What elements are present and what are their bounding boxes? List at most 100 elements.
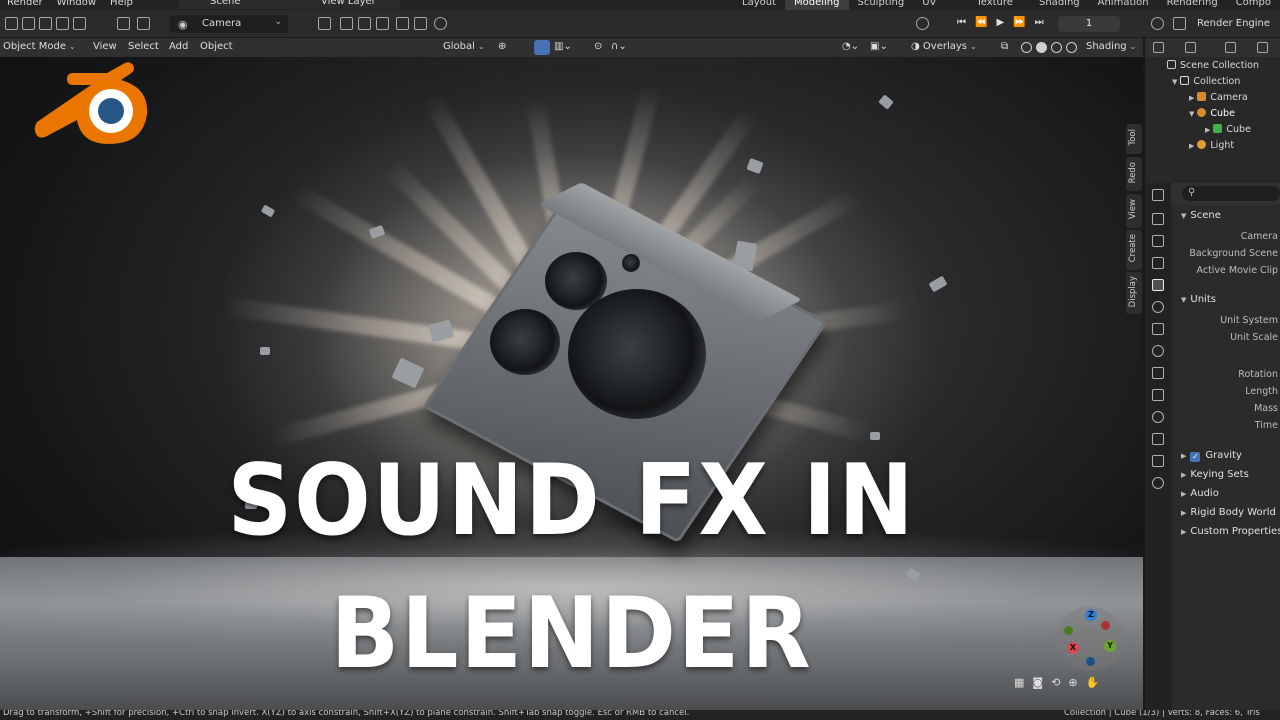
- select-intersect-icon[interactable]: [73, 17, 86, 30]
- constraints-tab-icon[interactable]: [1152, 411, 1164, 423]
- overlays-button[interactable]: ◑ Overlays ⌄: [911, 41, 977, 52]
- menu-view[interactable]: View: [93, 41, 117, 52]
- visibility-icon[interactable]: ◔⌄: [842, 41, 859, 52]
- axis-x[interactable]: X: [1067, 642, 1079, 654]
- new-collection-icon[interactable]: [1257, 42, 1268, 53]
- render-engine-label[interactable]: Render Engine: [1197, 18, 1270, 29]
- output-tab-icon[interactable]: [1152, 235, 1164, 247]
- outliner-editor-icon[interactable]: [1153, 42, 1164, 53]
- tab-redo[interactable]: Redo: [1126, 157, 1142, 191]
- tab-shading[interactable]: Shading: [1030, 0, 1089, 10]
- current-frame-field[interactable]: 1: [1058, 16, 1120, 32]
- menu-window[interactable]: Window: [50, 0, 103, 9]
- gravity-checkbox[interactable]: ✓: [1190, 452, 1201, 462]
- axis-neg-z[interactable]: [1086, 657, 1095, 666]
- axis-neg-x[interactable]: [1101, 621, 1110, 630]
- wireframe-shading-icon[interactable]: [1021, 42, 1032, 53]
- view-layer-tab-icon[interactable]: [1152, 257, 1164, 269]
- outliner-row-light[interactable]: ▶ Light: [1145, 138, 1280, 154]
- axis-z[interactable]: Z: [1085, 609, 1097, 621]
- menu-add[interactable]: Add: [169, 41, 188, 52]
- select-invert-icon[interactable]: [56, 17, 69, 30]
- menu-render[interactable]: Render: [0, 0, 50, 9]
- outliner-row-scene-collection[interactable]: Scene Collection: [1145, 58, 1280, 74]
- material-tab-icon[interactable]: [1152, 455, 1164, 467]
- perspective-icon[interactable]: ⟲: [1051, 676, 1060, 689]
- tab-modeling[interactable]: Modeling: [785, 0, 849, 10]
- orientation-selector[interactable]: Global ⌄: [443, 41, 485, 52]
- display-mode-icon[interactable]: [1185, 42, 1196, 53]
- pivot-icon[interactable]: ⊕: [498, 41, 506, 52]
- proportional-edit-icon[interactable]: [340, 17, 353, 30]
- mirror-icon[interactable]: [376, 17, 389, 30]
- snap-icon[interactable]: [318, 17, 331, 30]
- snap-toggle-icon[interactable]: [534, 40, 550, 55]
- menu-help[interactable]: Help: [103, 0, 140, 9]
- pan-hand-icon[interactable]: ✋: [1086, 676, 1100, 689]
- section-custom-properties[interactable]: ▶ Custom Properties: [1173, 526, 1280, 537]
- menu-object[interactable]: Object: [200, 41, 233, 52]
- tab-rendering[interactable]: Rendering: [1158, 0, 1227, 10]
- section-audio[interactable]: ▶ Audio: [1173, 488, 1280, 499]
- texture-tab-icon[interactable]: [1152, 477, 1164, 489]
- tab-uv-editing[interactable]: UV Editing: [913, 0, 967, 10]
- tab-layout[interactable]: Layout: [733, 0, 785, 10]
- proportional-icon[interactable]: ⊙: [594, 41, 602, 52]
- menu-select[interactable]: Select: [128, 41, 159, 52]
- step-back-icon[interactable]: ⏪: [975, 17, 987, 28]
- outliner-row-camera[interactable]: ▶ Camera: [1145, 90, 1280, 106]
- transform-pivot-icon[interactable]: [358, 17, 371, 30]
- xray-icon[interactable]: ⧉: [1001, 41, 1008, 52]
- camera-view-icon[interactable]: ◙: [1032, 676, 1043, 689]
- zoom-icon[interactable]: ⊕: [1068, 676, 1077, 689]
- shading-button[interactable]: Shading ⌄: [1086, 41, 1136, 52]
- render-icon[interactable]: [1173, 17, 1186, 30]
- camera-selector[interactable]: ◉ Camera ⌄: [170, 15, 288, 33]
- tab-animation[interactable]: Animation: [1089, 0, 1158, 10]
- object-tab-icon[interactable]: [1152, 323, 1164, 335]
- world-tab-icon[interactable]: [1152, 301, 1164, 313]
- render-tab-icon[interactable]: [1152, 213, 1164, 225]
- outliner-row-cube-mesh[interactable]: ▶ Cube: [1145, 122, 1280, 138]
- cursor-tool-icon[interactable]: [117, 17, 130, 30]
- tab-texture-paint[interactable]: Texture Paint: [967, 0, 1030, 10]
- particles-tab-icon[interactable]: [1152, 367, 1164, 379]
- section-keying-sets[interactable]: ▶ Keying Sets: [1173, 469, 1280, 480]
- step-forward-icon[interactable]: ⏩: [1013, 17, 1025, 28]
- scene-tab-icon[interactable]: [1152, 279, 1164, 291]
- viewport-gizmo-toggle-icon[interactable]: ▣⌄: [870, 41, 888, 52]
- grid-icon[interactable]: ▦: [1014, 676, 1024, 689]
- select-box-icon[interactable]: [5, 17, 18, 30]
- solid-shading-icon[interactable]: [1036, 42, 1047, 53]
- section-scene[interactable]: ▼ Scene: [1173, 210, 1280, 221]
- play-icon[interactable]: ▶: [996, 17, 1004, 28]
- mode-selector[interactable]: Object Mode ⌄: [3, 41, 76, 52]
- section-units[interactable]: ▼ Units: [1173, 294, 1280, 305]
- tab-tool[interactable]: Tool: [1126, 124, 1142, 154]
- rendered-shading-icon[interactable]: [1066, 42, 1077, 53]
- modifier-tab-icon[interactable]: [1152, 345, 1164, 357]
- select-subtract-icon[interactable]: [39, 17, 52, 30]
- physics-tab-icon[interactable]: [1152, 389, 1164, 401]
- navigation-gizmo[interactable]: Z Y X: [1055, 607, 1125, 671]
- falloff-icon[interactable]: ∩⌄: [611, 41, 627, 52]
- move-tool-icon[interactable]: [137, 17, 150, 30]
- tab-view[interactable]: View: [1126, 194, 1142, 228]
- outliner-row-collection[interactable]: ▼ Collection: [1145, 74, 1280, 90]
- 3d-viewport[interactable]: SOUND FX IN BLENDER Tool Redo View Creat…: [0, 57, 1143, 710]
- keying-icon[interactable]: [916, 17, 929, 30]
- tool-tab-icon[interactable]: [1152, 189, 1164, 201]
- filter-icon[interactable]: [1225, 42, 1236, 53]
- scene-selector[interactable]: Scene: [178, 0, 290, 9]
- select-extend-icon[interactable]: [22, 17, 35, 30]
- view-layer-selector[interactable]: View Layer: [288, 0, 400, 9]
- tab-create[interactable]: Create: [1126, 230, 1142, 270]
- material-shading-icon[interactable]: [1051, 42, 1062, 53]
- tab-sculpting[interactable]: Sculpting: [849, 0, 914, 10]
- tab-compositing[interactable]: Compo: [1227, 0, 1280, 10]
- properties-search-field[interactable]: ⚲: [1182, 186, 1280, 201]
- jump-end-icon[interactable]: ⏭: [1035, 17, 1044, 28]
- tab-display[interactable]: Display: [1126, 272, 1142, 314]
- axis-y[interactable]: Y: [1104, 640, 1116, 652]
- outliner-row-cube[interactable]: ▼ Cube: [1145, 106, 1280, 122]
